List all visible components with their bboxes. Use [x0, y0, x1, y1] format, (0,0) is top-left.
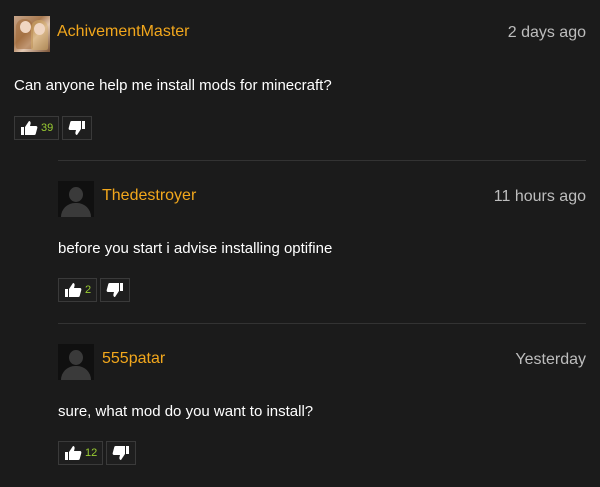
thumbs-up-icon: [65, 446, 82, 460]
avatar[interactable]: [14, 16, 50, 52]
vote-bar: 12: [58, 441, 137, 465]
thumbs-up-icon: [21, 121, 38, 135]
comment-text: sure, what mod do you want to install?: [58, 403, 314, 420]
comment-text: before you start i advise installing opt…: [58, 240, 333, 257]
upvote-count: 12: [85, 447, 98, 459]
thumbs-down-icon: [106, 283, 124, 297]
upvote-button[interactable]: 39: [14, 116, 60, 140]
reply-divider: [58, 323, 586, 324]
comment-text: Can anyone help me install mods for mine…: [14, 77, 332, 94]
avatar[interactable]: [58, 181, 94, 217]
username-link[interactable]: 555patar: [102, 350, 165, 368]
upvote-button[interactable]: 2: [58, 278, 98, 302]
username-link[interactable]: Thedestroyer: [102, 187, 196, 205]
avatar[interactable]: [58, 344, 94, 380]
thumbs-up-icon: [65, 283, 82, 297]
vote-bar: 39: [14, 116, 93, 140]
upvote-button[interactable]: 12: [58, 441, 104, 465]
timestamp: 2 days ago: [507, 24, 586, 41]
reply-divider: [58, 160, 586, 161]
timestamp: 11 hours ago: [493, 188, 586, 205]
upvote-count: 2: [85, 284, 92, 296]
downvote-button[interactable]: [106, 441, 137, 465]
downvote-button[interactable]: [62, 116, 93, 140]
username-link[interactable]: AchivementMaster: [57, 23, 190, 41]
thumbs-down-icon: [68, 121, 86, 135]
thumbs-down-icon: [112, 446, 130, 460]
timestamp: Yesterday: [515, 351, 586, 368]
downvote-button[interactable]: [100, 278, 131, 302]
upvote-count: 39: [41, 122, 54, 134]
vote-bar: 2: [58, 278, 131, 302]
